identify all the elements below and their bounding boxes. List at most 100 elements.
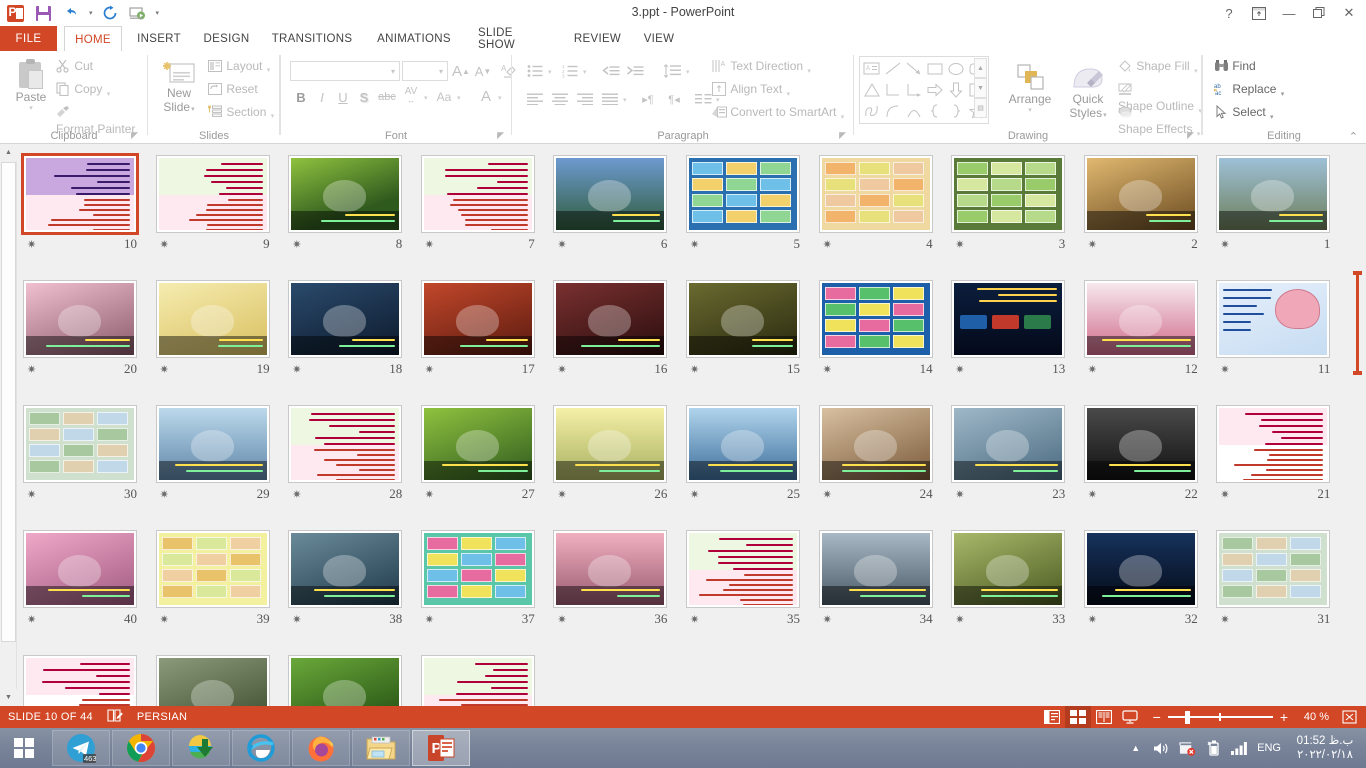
slide-thumbnail-17[interactable] — [421, 280, 535, 358]
slide-thumbnail[interactable] — [421, 655, 535, 706]
animation-star-icon[interactable]: ✷ — [1220, 363, 1229, 376]
signal-icon[interactable] — [1231, 740, 1248, 757]
numbering-button[interactable]: 123 — [559, 61, 581, 81]
slide-thumbnail-29[interactable] — [156, 405, 270, 483]
slide-thumbnail-cell[interactable]: ✷29 — [156, 405, 288, 505]
animation-star-icon[interactable]: ✷ — [955, 613, 964, 626]
tab-review[interactable]: REVIEW — [565, 26, 630, 51]
animation-star-icon[interactable]: ✷ — [1088, 488, 1097, 501]
slide-thumbnail-10[interactable] — [23, 155, 137, 233]
character-spacing-dropdown-icon[interactable]: ▾ — [424, 94, 428, 102]
slide-thumbnail-30[interactable] — [23, 405, 137, 483]
normal-view-button[interactable] — [1039, 706, 1065, 728]
slide-thumbnail-cell[interactable]: ✷35 — [686, 530, 818, 630]
down-arrow-shape-icon[interactable] — [946, 80, 966, 100]
line-spacing-button[interactable] — [660, 61, 684, 81]
paragraph-dialog-launcher[interactable]: ◤ — [839, 130, 846, 141]
slide-thumbnail-cell[interactable]: ✷15 — [686, 280, 818, 380]
decrease-indent-button[interactable] — [600, 61, 622, 81]
line-shape-icon[interactable] — [883, 59, 903, 79]
minimize-button[interactable]: — — [1274, 2, 1304, 24]
scribble-shape-icon[interactable] — [862, 101, 882, 121]
reading-view-button[interactable] — [1091, 706, 1117, 728]
slide-thumbnail-35[interactable] — [686, 530, 800, 608]
tab-file[interactable]: FILE — [0, 26, 57, 51]
firefox-taskbar-icon[interactable] — [292, 730, 350, 766]
animation-star-icon[interactable]: ✷ — [160, 363, 169, 376]
change-case-button[interactable]: Aa — [433, 87, 455, 107]
slide-thumbnail-11[interactable] — [1216, 280, 1330, 358]
text-direction-button[interactable]: A Text Direction ▾ — [712, 59, 811, 76]
zoom-control[interactable]: − + 40 % — [1153, 706, 1362, 728]
slide-thumbnail-cell[interactable] — [288, 655, 420, 706]
slide-thumbnail-cell[interactable]: ✷33 — [951, 530, 1083, 630]
slide-thumbnail-cell[interactable]: ✷7 — [421, 155, 553, 255]
file-explorer-taskbar-icon[interactable] — [352, 730, 410, 766]
slide-thumbnail-6[interactable] — [553, 155, 667, 233]
slide-thumbnail-21[interactable] — [1216, 405, 1330, 483]
animation-star-icon[interactable]: ✷ — [292, 613, 301, 626]
slide-thumbnail[interactable] — [23, 655, 137, 706]
slide-thumbnail-cell[interactable]: ✷17 — [421, 280, 553, 380]
animation-star-icon[interactable]: ✷ — [160, 613, 169, 626]
zoom-percentage[interactable]: 40 % — [1295, 711, 1329, 723]
chrome-taskbar-icon[interactable] — [112, 730, 170, 766]
slide-thumbnail-3[interactable] — [951, 155, 1065, 233]
bullets-dropdown-icon[interactable]: ▾ — [548, 68, 552, 76]
slideshow-view-button[interactable] — [1117, 706, 1143, 728]
copy-dropdown-icon[interactable]: ▾ — [107, 91, 111, 98]
slide-thumbnail-cell[interactable]: ✷31 — [1216, 530, 1348, 630]
increase-font-size-button[interactable]: A▲ — [450, 61, 472, 81]
animation-star-icon[interactable]: ✷ — [557, 363, 566, 376]
italic-button[interactable]: I — [313, 87, 331, 107]
slide-thumbnail-cell[interactable]: ✷26 — [553, 405, 685, 505]
character-spacing-button[interactable]: AV↔ — [400, 85, 422, 107]
align-center-button[interactable] — [549, 89, 571, 109]
slide-thumbnail-cell[interactable]: ✷14 — [819, 280, 951, 380]
collapse-ribbon-button[interactable]: ⌃ — [1349, 130, 1358, 143]
new-slide-dropdown-icon[interactable]: ▾ — [191, 106, 195, 113]
slide-thumbnail-cell[interactable]: ✷8 — [288, 155, 420, 255]
slide-thumbnail-cell[interactable]: ✷3 — [951, 155, 1083, 255]
slide-thumbnail-cell[interactable]: ✷6 — [553, 155, 685, 255]
columns-button[interactable] — [692, 89, 714, 109]
slide-thumbnail[interactable] — [288, 655, 402, 706]
line-spacing-dropdown-icon[interactable]: ▾ — [686, 68, 690, 76]
slide-thumbnail-cell[interactable]: ✷39 — [156, 530, 288, 630]
slide-thumbnail-cell[interactable]: ✷21 — [1216, 405, 1348, 505]
slide-thumbnail-32[interactable] — [1084, 530, 1198, 608]
start-button[interactable] — [0, 728, 48, 768]
arrow-shape-icon[interactable] — [904, 59, 924, 79]
slide-thumbnail-cell[interactable]: ✷4 — [819, 155, 951, 255]
slide-thumbnail-cell[interactable]: ✷12 — [1084, 280, 1216, 380]
bold-button[interactable]: B — [292, 87, 310, 107]
slide-thumbnail-38[interactable] — [288, 530, 402, 608]
ltr-text-direction-button[interactable]: ▸¶ — [636, 89, 660, 109]
drawing-dialog-launcher[interactable]: ◤ — [1187, 130, 1194, 141]
slide-thumbnail-27[interactable] — [421, 405, 535, 483]
elbow-arrow-connector-icon[interactable] — [904, 80, 924, 100]
slide-thumbnail-cell[interactable]: ✷32 — [1084, 530, 1216, 630]
animation-star-icon[interactable]: ✷ — [425, 488, 434, 501]
align-text-button[interactable]: Align Text ▾ — [712, 82, 790, 99]
animation-star-icon[interactable]: ✷ — [292, 488, 301, 501]
decrease-font-size-button[interactable]: A▼ — [472, 61, 494, 81]
slide-thumbnail-cell[interactable]: ✷30 — [23, 405, 155, 505]
slide-thumbnail-cell[interactable]: ✷23 — [951, 405, 1083, 505]
slide-thumbnail-25[interactable] — [686, 405, 800, 483]
clipboard-dialog-launcher[interactable]: ◤ — [131, 130, 138, 141]
animation-star-icon[interactable]: ✷ — [425, 363, 434, 376]
rtl-text-direction-button[interactable]: ¶◂ — [662, 89, 686, 109]
slide-thumbnail-20[interactable] — [23, 280, 137, 358]
vertical-scrollbar[interactable]: ▲ ▼ — [0, 144, 17, 706]
scrollbar-thumb[interactable] — [1, 162, 16, 642]
select-dropdown-icon[interactable]: ▾ — [1270, 114, 1274, 121]
notes-icon[interactable] — [107, 709, 123, 726]
font-name-dropdown-icon[interactable]: ▾ — [391, 67, 395, 76]
convert-to-smartart-button[interactable]: Convert to SmartArt ▾ — [712, 105, 844, 122]
slide-counter[interactable]: SLIDE 10 OF 44 — [8, 711, 93, 723]
slide-thumbnail-14[interactable] — [819, 280, 933, 358]
animation-star-icon[interactable]: ✷ — [292, 238, 301, 251]
telegram-taskbar-icon[interactable]: 463 — [52, 730, 110, 766]
arrange-dropdown-icon[interactable]: ▾ — [1002, 106, 1058, 114]
